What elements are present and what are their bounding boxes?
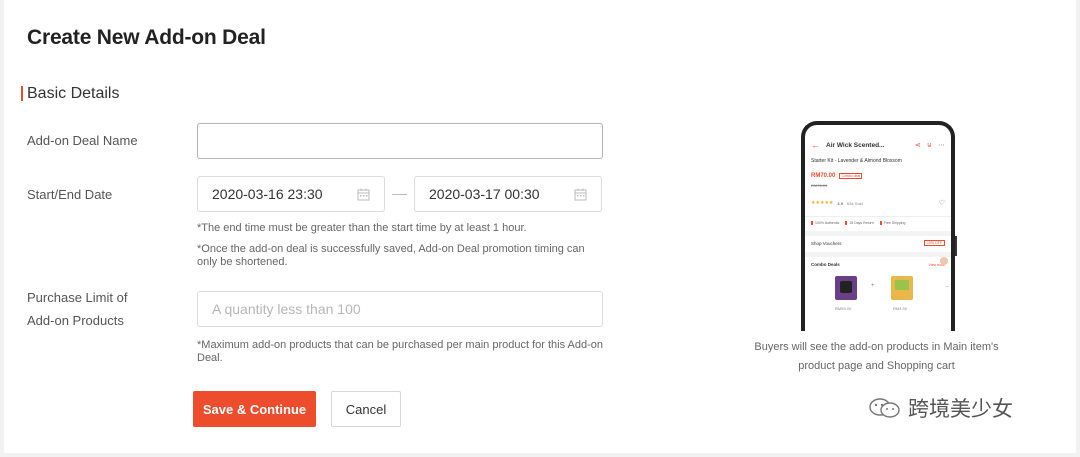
purchase-limit-label-line1: Purchase Limit of [27,290,128,305]
phone-voucher-tag: 10% OFF [924,240,945,246]
purchase-limit-label: Purchase Limit of Add-on Products [27,287,127,332]
watermark: 跨境美少女 [868,393,1013,423]
preview-caption: Buyers will see the add-on products in M… [754,341,999,372]
phone-badges: 100% Authentic 15 Days Return Free Shipp… [805,221,951,225]
phone-combo-row: Combo Deals View more [805,262,951,267]
start-date-value: 2020-03-16 23:30 [212,186,323,202]
cart-icon: ⊍ [926,142,932,149]
phone-price-badge: Combo deal [839,173,863,179]
phone-gap [805,252,951,257]
phone-old-price: RM76.00 [811,183,828,188]
combo-item-price: RM59.00 [835,306,852,311]
purchase-limit-hint: *Maximum add-on products that can be pur… [197,339,604,364]
phone-combo-label: Combo Deals [811,262,840,267]
save-continue-button[interactable]: Save & Continue [193,391,316,427]
back-arrow-icon: ← [811,140,820,150]
deal-name-label: Add-on Deal Name [27,133,138,148]
combo-product-image [891,276,913,300]
purchase-limit-input[interactable] [197,291,603,327]
page-title: Create New Add-on Deal [27,26,266,49]
combo-item-price: RM4.90 [893,306,908,311]
phone-sold: 634 Sold [846,200,863,206]
phone-badge: 100% Authentic [811,221,839,225]
phone-header: ← Air Wick Scented... ⋖ ⊍ ⋯ [805,139,951,151]
phone-gap [805,231,951,236]
end-date-picker[interactable]: 2020-03-17 00:30 [414,176,602,212]
dates-label: Start/End Date [27,187,113,202]
end-time-hint: *The end time must be greater than the s… [197,222,527,234]
combo-product-image [835,276,857,300]
phone-header-title: Air Wick Scented... [826,141,885,149]
phone-vouchers-label: Shop Vouchers [811,240,842,246]
purchase-limit-label-line2: Add-on Products [27,313,124,328]
phone-divider [805,216,951,217]
cancel-button[interactable]: Cancel [331,391,401,427]
phone-voucher-row: Shop Vouchers 10% OFF [805,240,951,246]
phone-float-badge [940,257,948,265]
phone-preview: ← Air Wick Scented... ⋖ ⊍ ⋯ Starter Kit … [801,121,955,331]
section-accent-bar [21,86,23,101]
section-title: Basic Details [27,85,120,102]
phone-rating: 4.9 [837,200,843,206]
calendar-icon [574,188,587,201]
end-date-value: 2020-03-17 00:30 [429,186,540,202]
minus-icon: – [945,284,949,290]
calendar-icon [357,188,370,201]
share-icon: ⋖ [915,142,921,149]
timing-hint: *Once the add-on deal is successfully sa… [197,243,585,268]
phone-price: RM70.00 [811,173,836,179]
plus-icon: + [871,283,875,289]
phone-product-name: Starter Kit - Lavender & Almond Blossom [811,158,902,164]
start-date-picker[interactable]: 2020-03-16 23:30 [197,176,385,212]
heart-icon: ♡ [938,200,945,207]
star-icon: ★★★★★ [811,200,834,206]
wechat-icon [869,398,900,418]
phone-badge: Free Shipping [879,221,905,225]
watermark-text: 跨境美少女 [908,398,1013,421]
phone-price-row: RM70.00 Combo deal [805,173,951,179]
deal-name-input[interactable] [197,123,603,159]
phone-side-button [955,236,957,256]
more-icon: ⋯ [938,142,945,149]
date-range-separator [392,194,407,195]
phone-rating-row: ★★★★★ 4.9 634 Sold ♡ [805,199,951,207]
phone-badge: 15 Days Return [845,221,874,225]
